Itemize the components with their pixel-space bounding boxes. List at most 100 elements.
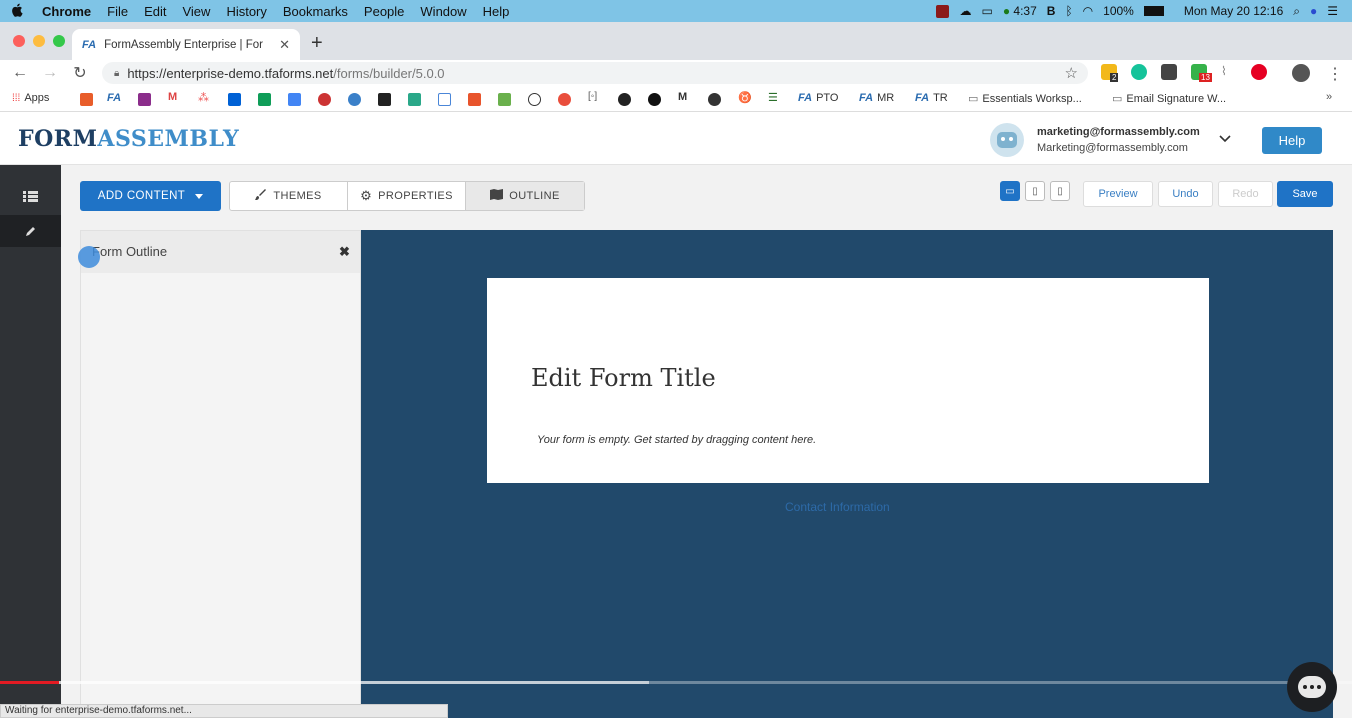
bookmark-star-icon[interactable]: ☆	[1065, 64, 1078, 82]
redo-button[interactable]: Redo	[1218, 181, 1273, 207]
bookmark-icon-7[interactable]	[408, 93, 421, 106]
undo-button[interactable]: Undo	[1158, 181, 1213, 207]
save-button[interactable]: Save	[1277, 181, 1333, 207]
menu-help[interactable]: Help	[475, 4, 518, 19]
bookmark-icon-8[interactable]	[438, 93, 451, 106]
medium-icon[interactable]: M	[678, 91, 687, 103]
close-outline-icon[interactable]: ✖	[339, 244, 350, 260]
add-content-button[interactable]: ADD CONTENT	[80, 181, 221, 211]
browser-tab[interactable]: FA FormAssembly Enterprise | For ✕	[72, 29, 300, 60]
themes-button[interactable]: THEMES	[230, 182, 348, 210]
bookmark-apps[interactable]: ⁞⁞⁞ Apps	[12, 92, 49, 104]
bookmark-icon-6[interactable]	[378, 93, 391, 106]
bookmark-icon-1[interactable]	[80, 93, 93, 106]
form-card[interactable]: Edit Form Title Your form is empty. Get …	[487, 278, 1209, 483]
new-tab-icon[interactable]: +	[311, 32, 323, 55]
bookmark-fa-icon-mr: FA	[859, 92, 874, 104]
form-title[interactable]: Edit Form Title	[531, 364, 716, 392]
bookmark-icon-5[interactable]	[348, 93, 361, 106]
grammarly-icon[interactable]	[1131, 64, 1147, 80]
user-menu-chevron-icon[interactable]	[1219, 132, 1231, 146]
rss-icon[interactable]: ⌇	[1221, 64, 1237, 80]
extension-dark-icon[interactable]	[1161, 64, 1177, 80]
bookmark-fa-icon[interactable]: FA	[107, 92, 121, 104]
apple-icon[interactable]	[0, 3, 34, 20]
profile-avatar[interactable]	[1292, 64, 1310, 82]
menu-history[interactable]: History	[218, 4, 274, 19]
outline-button[interactable]: OUTLINE	[466, 182, 584, 210]
properties-label: PROPERTIES	[378, 190, 453, 202]
formassembly-logo[interactable]: FORMASSEMBLY	[18, 126, 239, 152]
notification-center-icon[interactable]: ☰	[1327, 4, 1338, 18]
chat-button[interactable]	[1287, 662, 1337, 712]
preview-button[interactable]: Preview	[1083, 181, 1153, 207]
lock-icon[interactable]: 🔒︎	[114, 68, 119, 79]
help-button[interactable]: Help	[1262, 127, 1322, 154]
bookmark-icon-14[interactable]	[618, 93, 631, 106]
timer-icon[interactable]: ● 4:37	[1003, 4, 1037, 18]
bookmark-pto[interactable]: FA PTO	[798, 92, 838, 104]
chrome-menu-icon[interactable]: ⋮	[1327, 64, 1343, 84]
docs-icon[interactable]	[288, 93, 301, 106]
datetime[interactable]: Mon May 20 12:16	[1184, 4, 1283, 18]
rail-edit-pencil-icon[interactable]	[0, 215, 61, 247]
sheets-icon[interactable]	[258, 93, 271, 106]
builder-tool-group: THEMES ⚙ PROPERTIES OUTLINE	[229, 181, 585, 211]
add-content-label: ADD CONTENT	[97, 190, 186, 202]
robot-icon	[997, 132, 1017, 148]
menu-window[interactable]: Window	[412, 4, 474, 19]
phone-view-icon[interactable]: ▯	[1050, 181, 1070, 201]
bookmark-icon-9[interactable]	[468, 93, 481, 106]
menu-view[interactable]: View	[174, 4, 218, 19]
menu-edit[interactable]: Edit	[136, 4, 174, 19]
wifi-icon[interactable]: ◠	[1083, 4, 1093, 18]
bookmark-icon-17[interactable]: ☰	[768, 91, 778, 104]
bookmark-folder-email[interactable]: ▭ Email Signature W...	[1112, 92, 1226, 106]
forward-icon[interactable]: →	[35, 64, 65, 82]
desktop-view-icon[interactable]: ▭	[1000, 181, 1020, 201]
menu-people[interactable]: People	[356, 4, 412, 19]
close-tab-icon[interactable]: ✕	[279, 37, 290, 53]
battery-icon[interactable]	[1143, 6, 1164, 16]
tab-favicon: FA	[82, 38, 97, 51]
tablet-view-icon[interactable]: ▯	[1025, 181, 1045, 201]
bookmark-folder-essentials[interactable]: ▭ Essentials Worksp...	[968, 92, 1082, 106]
siri-icon[interactable]: ●	[1310, 4, 1317, 18]
menu-bookmarks[interactable]: Bookmarks	[275, 4, 356, 19]
bookmark-icon-15[interactable]	[708, 93, 721, 106]
status-app-icon[interactable]	[936, 4, 950, 18]
pinterest-icon[interactable]	[1251, 64, 1267, 80]
address-bar[interactable]: 🔒︎ https://enterprise-demo.tfaforms.net /…	[102, 62, 1088, 84]
close-window-icon[interactable]	[13, 35, 25, 47]
reload-icon[interactable]: ↻	[65, 63, 95, 83]
b-icon[interactable]: B	[1047, 4, 1056, 18]
bookmark-icon-4[interactable]	[318, 93, 331, 106]
github-icon[interactable]	[648, 93, 661, 106]
cloud-icon[interactable]: ☁	[959, 4, 971, 18]
bookmark-mr[interactable]: FA MR	[859, 92, 894, 104]
box-icon[interactable]	[228, 93, 241, 106]
user-avatar[interactable]	[990, 123, 1024, 157]
video-progress-played[interactable]	[0, 681, 59, 684]
gmail-icon[interactable]: M	[168, 91, 177, 103]
rail-list-icon[interactable]	[0, 180, 61, 212]
bookmark-icon-3[interactable]: ⁂	[198, 91, 209, 104]
menu-file[interactable]: File	[99, 4, 136, 19]
zoom-window-icon[interactable]	[53, 35, 65, 47]
minimize-window-icon[interactable]	[33, 35, 45, 47]
bookmarks-overflow[interactable]: »	[1326, 91, 1332, 103]
spotlight-icon[interactable]: ⌕	[1293, 4, 1300, 19]
properties-button[interactable]: ⚙ PROPERTIES	[348, 182, 466, 210]
contact-information-label[interactable]: Contact Information	[785, 500, 890, 514]
bookmark-icon-13[interactable]: [◦]	[588, 91, 597, 102]
bookmark-icon-10[interactable]	[498, 93, 511, 106]
bookmark-icon-16[interactable]: ♉	[738, 91, 752, 104]
bookmark-tr[interactable]: FA TR	[915, 92, 948, 104]
back-icon[interactable]: ←	[5, 64, 35, 82]
bookmark-icon-12[interactable]	[558, 93, 571, 106]
bookmark-icon-2[interactable]	[138, 93, 151, 106]
display-icon[interactable]: ▭	[981, 4, 992, 18]
bluetooth-icon[interactable]: ᛒ	[1065, 4, 1072, 18]
menu-chrome[interactable]: Chrome	[34, 4, 99, 19]
bookmark-icon-11[interactable]	[528, 93, 541, 106]
